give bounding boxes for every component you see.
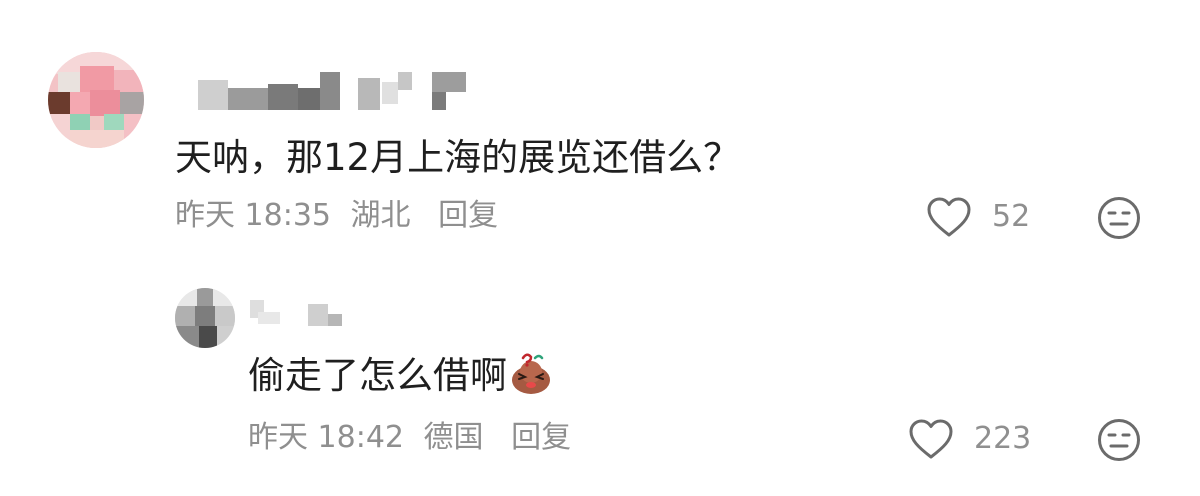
neutral-face-icon [1097, 197, 1141, 244]
comment-time: 昨天 18:35 [175, 198, 331, 233]
avatar[interactable] [175, 288, 235, 348]
comment-meta: 昨天 18:35 湖北 回复 [175, 198, 498, 234]
heart-outline-icon [926, 196, 972, 238]
username-redacted[interactable] [250, 290, 350, 330]
comment-text: 偷走了怎么借啊 [248, 352, 553, 406]
neutral-face-icon [1097, 419, 1141, 466]
comment-time: 昨天 18:42 [248, 420, 404, 455]
reply-button[interactable]: 回复 [511, 420, 571, 455]
comment-text: 天呐，那12月上海的展览还借么？ [175, 136, 740, 180]
avatar[interactable] [48, 52, 144, 148]
comment-body: 偷走了怎么借啊 [248, 354, 507, 397]
comment-location: 德国 [423, 420, 484, 455]
reaction-button[interactable] [1097, 418, 1141, 466]
reply-button[interactable]: 回复 [438, 198, 498, 233]
comment-location: 湖北 [350, 198, 411, 233]
like-count: 223 [974, 421, 1032, 456]
username-redacted[interactable] [198, 72, 470, 112]
reaction-button[interactable] [1097, 196, 1141, 244]
heart-outline-icon [908, 418, 954, 460]
comment-body: 天呐，那12月上海的展览还借么？ [175, 136, 741, 179]
comment-meta: 昨天 18:42 德国 回复 [248, 420, 571, 456]
comment-thread: 天呐，那12月上海的展览还借么？ 昨天 18:35 湖北 回复 52 偷走了怎么… [0, 0, 1200, 496]
like-button[interactable]: 223 [908, 418, 1031, 460]
like-button[interactable]: 52 [926, 196, 1030, 238]
like-count: 52 [992, 199, 1031, 234]
bean-emoji [509, 352, 553, 406]
